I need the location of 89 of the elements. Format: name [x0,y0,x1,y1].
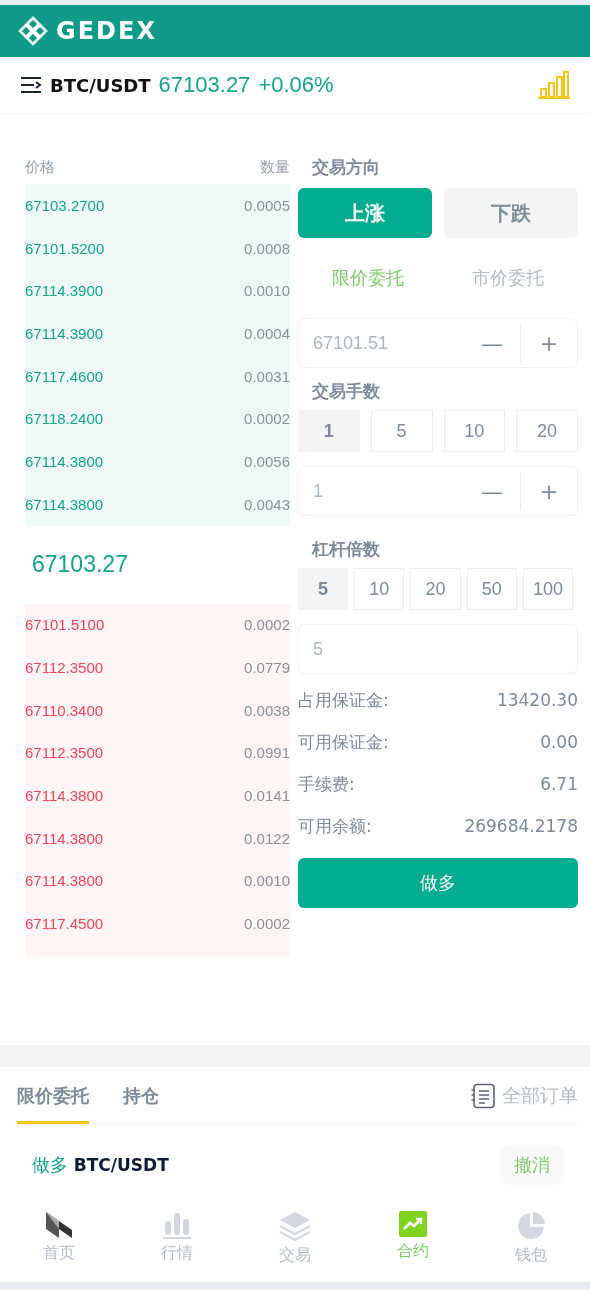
leverage-option[interactable]: 10 [354,568,405,610]
ask-quantity: 0.0010 [244,282,290,300]
ask-price: 67117.4600 [25,367,104,385]
long-button[interactable]: 做多 [298,858,578,908]
ask-quantity: 0.0008 [244,239,290,257]
bid-price: 67114.3800 [25,787,104,805]
bid-quantity: 0.0122 [244,829,290,847]
leverage-option[interactable]: 50 [466,568,517,610]
quantity-option[interactable]: 1 [298,410,360,452]
bid-quantity: 0.0141 [244,787,290,805]
nav-tab[interactable]: 首页 [0,1205,118,1282]
ask-quantity: 0.0056 [244,452,290,470]
section-title: 交易方向 [311,156,381,179]
bid-price: 67112.3500 [25,744,104,762]
leverage-field[interactable]: 5 [298,624,578,674]
bid-price: 67114.3800 [25,872,104,890]
info-label: 占用保证金: [298,688,389,712]
bid-quantity: 0.0779 [244,659,290,677]
ask-quantity: 0.0031 [244,367,290,385]
bid-price: 67101.5100 [25,616,105,634]
last-price: 67103.27 [158,72,251,98]
price-field[interactable]: 67101.51 — + [298,318,578,368]
plus-button[interactable]: + [521,319,577,367]
info-label: 可用余额: [298,814,372,838]
menu-icon[interactable] [20,76,42,94]
info-label: 手续费: [298,772,355,796]
info-value: 269684.2178 [464,816,578,836]
order-title: 做多 BTC/USDT [32,1153,169,1177]
pair-name[interactable]: BTC/USDT [50,74,151,96]
ask-quantity: 0.0043 [244,495,290,513]
nav-tab[interactable]: 钱包 [472,1205,590,1282]
bid-price: 67112.3500 [25,659,104,677]
orders-tab[interactable]: 持仓 [123,1067,159,1124]
bid-price: 67110.3400 [25,701,104,719]
list-icon [470,1082,496,1109]
ask-price: 67114.3800 [25,495,104,513]
quantity-option[interactable]: 10 [443,410,506,452]
leverage-option[interactable]: 20 [410,568,461,610]
bid-quantity: 0.0038 [244,701,290,719]
order-type-tab[interactable]: 市价委托 [438,238,578,318]
ask-price: 67114.3900 [25,282,104,300]
column-header: 数量 [260,157,290,177]
ask-quantity: 0.0005 [244,196,290,214]
pie-chart-icon [516,1211,546,1241]
ask-price: 67101.5200 [25,239,105,257]
nav-tab[interactable]: 合约 [354,1205,472,1282]
section-title: 杠杆倍数 [310,538,381,561]
order-type-tab[interactable]: 限价委托 [298,238,438,318]
all-orders-link[interactable]: 全部订单 [470,1082,578,1109]
ask-quantity: 0.0002 [244,410,290,428]
bid-quantity: 0.0991 [244,744,290,762]
nav-tab[interactable]: 行情 [118,1205,236,1282]
bid-price: 67114.3800 [25,829,104,847]
bar-chart-icon [162,1211,192,1239]
quantity-option[interactable]: 5 [370,410,433,452]
quantity-option[interactable]: 20 [516,410,578,452]
layers-icon [279,1211,311,1241]
price-change: +0.06% [258,72,334,98]
nav-tab[interactable]: 交易 [236,1205,354,1282]
orders-tab[interactable]: 限价委托 [17,1067,89,1124]
trend-icon [399,1211,427,1237]
cancel-button[interactable]: 撤消 [500,1145,564,1185]
minus-button[interactable]: — [464,467,520,515]
home-icon [45,1211,73,1239]
logo-icon [18,16,48,46]
bid-quantity: 0.0002 [244,915,290,933]
up-button[interactable]: 上涨 [298,188,432,238]
minus-button[interactable]: — [464,319,520,367]
bid-price: 67117.4500 [25,915,104,933]
ask-price: 67118.2400 [25,410,104,428]
down-button[interactable]: 下跌 [444,188,578,238]
ask-price: 67103.2700 [25,196,105,214]
info-value: 0.00 [540,732,578,752]
quantity-field[interactable]: 1 — + [298,466,578,516]
info-label: 可用保证金: [298,730,389,754]
logo-text: GEDEX [56,17,157,45]
ask-quantity: 0.0004 [244,324,290,342]
section-title: 交易手数 [311,380,381,403]
info-value: 13420.30 [496,690,578,710]
ask-price: 67114.3900 [25,324,104,342]
info-value: 6.71 [540,774,578,794]
mid-price: 67103.27 [31,550,129,579]
leverage-option[interactable]: 100 [522,568,573,610]
plus-button[interactable]: + [521,467,577,515]
bid-quantity: 0.0002 [244,616,290,634]
ask-price: 67114.3800 [25,452,104,470]
column-header: 价格 [25,157,55,177]
bid-quantity: 0.0010 [244,872,290,890]
leverage-option[interactable]: 5 [298,568,349,610]
